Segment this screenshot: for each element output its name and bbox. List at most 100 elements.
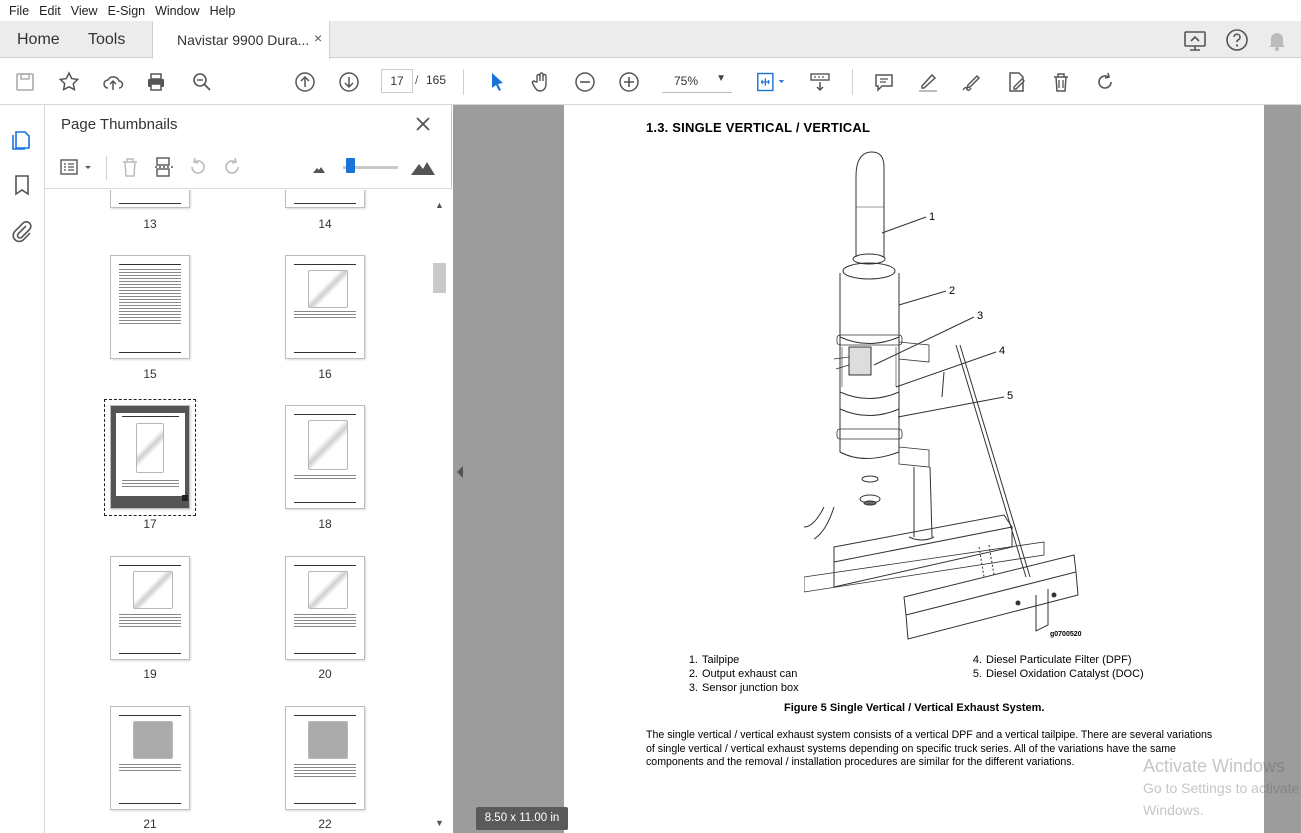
rotate-clockwise-icon[interactable] bbox=[220, 155, 244, 179]
tab-home[interactable]: Home bbox=[17, 21, 60, 58]
left-rail bbox=[0, 105, 45, 833]
print-icon[interactable] bbox=[142, 68, 170, 96]
scroll-down-icon[interactable]: ▼ bbox=[435, 818, 444, 828]
toolbar-divider bbox=[463, 69, 464, 95]
page-thumbnail[interactable] bbox=[110, 706, 190, 810]
legend-item: 3. Sensor junction box bbox=[688, 682, 799, 694]
callout-5: 5 bbox=[1007, 390, 1013, 402]
page-number-input[interactable]: 17 bbox=[381, 69, 413, 93]
delete-trash-icon[interactable] bbox=[1047, 68, 1075, 96]
figure-id: g0700520 bbox=[1050, 631, 1082, 638]
zoom-in-icon[interactable] bbox=[615, 68, 643, 96]
callout-4: 4 bbox=[999, 345, 1005, 357]
page-thumbnail-selected[interactable] bbox=[110, 405, 190, 509]
document-viewer[interactable]: 1.3. SINGLE VERTICAL / VERTICAL 1 2 3 4 … bbox=[453, 105, 1301, 833]
zoom-value: 75% bbox=[674, 74, 699, 88]
callout-1: 1 bbox=[929, 211, 935, 223]
tab-bar: Home Tools Navistar 9900 Dura... × bbox=[0, 21, 1301, 59]
delete-page-icon[interactable] bbox=[118, 155, 142, 179]
menu-file[interactable]: File bbox=[4, 4, 34, 18]
total-pages: 165 bbox=[426, 73, 447, 87]
page-thumbnail[interactable] bbox=[285, 706, 365, 810]
large-mountain-icon[interactable] bbox=[409, 155, 437, 179]
help-icon[interactable] bbox=[1224, 27, 1250, 53]
legend-item: 1. Tailpipe bbox=[688, 654, 740, 666]
highlight-pen-icon[interactable] bbox=[914, 68, 942, 96]
redo-rotate-icon[interactable] bbox=[1091, 68, 1119, 96]
sign-pen-icon[interactable] bbox=[958, 68, 986, 96]
insert-pages-icon[interactable] bbox=[152, 155, 176, 179]
zoom-out-icon[interactable] bbox=[571, 68, 599, 96]
thumbnail-options-icon[interactable] bbox=[59, 155, 95, 179]
fit-page-icon[interactable] bbox=[752, 68, 790, 96]
page-thumbnail[interactable] bbox=[285, 556, 365, 660]
tab-close-icon[interactable]: × bbox=[314, 30, 322, 46]
thumbnail-page-label: 22 bbox=[318, 817, 332, 831]
share-screen-icon[interactable] bbox=[1182, 27, 1208, 53]
thumbnail-page-label: 15 bbox=[143, 367, 157, 381]
menu-esign[interactable]: E-Sign bbox=[103, 4, 151, 18]
main-toolbar: 17 / 165 75% ▼ bbox=[0, 59, 1301, 105]
chevron-down-icon: ▼ bbox=[716, 73, 726, 84]
page-thumbnail[interactable] bbox=[285, 255, 365, 359]
page-thumbnail[interactable] bbox=[285, 190, 365, 208]
callout-2: 2 bbox=[949, 285, 955, 297]
previous-page-icon[interactable] bbox=[291, 68, 319, 96]
menu-window[interactable]: Window bbox=[150, 4, 204, 18]
figure-caption: Figure 5 Single Vertical / Vertical Exha… bbox=[784, 702, 1045, 714]
legend-item: 5. Diesel Oxidation Catalyst (DOC) bbox=[972, 668, 1144, 680]
save-icon[interactable] bbox=[11, 68, 39, 96]
notifications-bell-icon[interactable] bbox=[1264, 27, 1290, 53]
page-thumbnail[interactable] bbox=[110, 190, 190, 208]
thumbnail-page-label: 18 bbox=[318, 517, 332, 531]
thumbnail-page-label: 21 bbox=[143, 817, 157, 831]
menu-edit[interactable]: Edit bbox=[34, 4, 66, 18]
section-heading: 1.3. SINGLE VERTICAL / VERTICAL bbox=[646, 120, 871, 135]
close-icon[interactable] bbox=[413, 114, 433, 134]
edit-document-icon[interactable] bbox=[1002, 68, 1030, 96]
tab-tools[interactable]: Tools bbox=[88, 21, 125, 58]
hand-tool-icon[interactable] bbox=[527, 68, 555, 96]
select-cursor-icon[interactable] bbox=[483, 68, 511, 96]
rotate-counterclockwise-icon[interactable] bbox=[186, 155, 210, 179]
upload-cloud-icon[interactable] bbox=[99, 68, 127, 96]
legend-right: 4. Diesel Particulate Filter (DPF) 5. Dies… bbox=[966, 653, 1144, 681]
page-thumbnails-icon[interactable] bbox=[10, 127, 34, 151]
thumbnail-page-label: 20 bbox=[318, 667, 332, 681]
menu-help[interactable]: Help bbox=[205, 4, 241, 18]
page-thumbnail[interactable] bbox=[110, 255, 190, 359]
thumbnails-panel: Page Thumbnails 13 14 15 16 17 18 19 20 … bbox=[45, 105, 452, 833]
page-separator: / bbox=[415, 73, 419, 87]
slider-handle[interactable] bbox=[346, 158, 355, 173]
thumbnail-page-label: 16 bbox=[318, 367, 332, 381]
panel-divider bbox=[106, 156, 107, 180]
next-page-icon[interactable] bbox=[335, 68, 363, 96]
tab-document[interactable]: Navistar 9900 Dura... × bbox=[152, 21, 330, 59]
menu-bar: File Edit View E-Sign Window Help bbox=[0, 0, 1301, 21]
scrollbar-handle[interactable] bbox=[433, 263, 446, 293]
small-mountain-icon[interactable] bbox=[307, 155, 331, 179]
thumbnail-page-label: 13 bbox=[143, 217, 157, 231]
thumbnail-page-label: 19 bbox=[143, 667, 157, 681]
scroll-up-icon[interactable]: ▲ bbox=[435, 200, 444, 210]
thumbnail-page-label: 17 bbox=[143, 517, 157, 531]
attachments-paperclip-icon[interactable] bbox=[10, 219, 34, 243]
bookmark-star-icon[interactable] bbox=[55, 68, 83, 96]
page-thumbnail[interactable] bbox=[110, 556, 190, 660]
exhaust-system-drawing: 1 2 3 4 5 bbox=[804, 151, 1079, 640]
page-thumbnail[interactable] bbox=[285, 405, 365, 509]
thumbnail-scrollbar[interactable]: ▲ ▼ bbox=[431, 190, 452, 833]
body-paragraph: The single vertical / vertical exhaust s… bbox=[646, 729, 1213, 768]
scroll-mode-icon[interactable] bbox=[806, 68, 834, 96]
bookmarks-icon[interactable] bbox=[10, 173, 34, 197]
search-zoom-icon[interactable] bbox=[188, 68, 216, 96]
legend-item: 2. Output exhaust can bbox=[688, 668, 798, 680]
comment-icon[interactable] bbox=[870, 68, 898, 96]
toolbar-divider bbox=[852, 69, 853, 95]
thumbnail-page-label: 14 bbox=[318, 217, 332, 231]
collapse-panel-icon[interactable] bbox=[453, 462, 467, 482]
zoom-select[interactable]: 75% ▼ bbox=[662, 69, 732, 93]
tab-document-title: Navistar 9900 Dura... bbox=[177, 32, 310, 48]
thumbnail-toolbar bbox=[45, 145, 452, 189]
menu-view[interactable]: View bbox=[66, 4, 103, 18]
